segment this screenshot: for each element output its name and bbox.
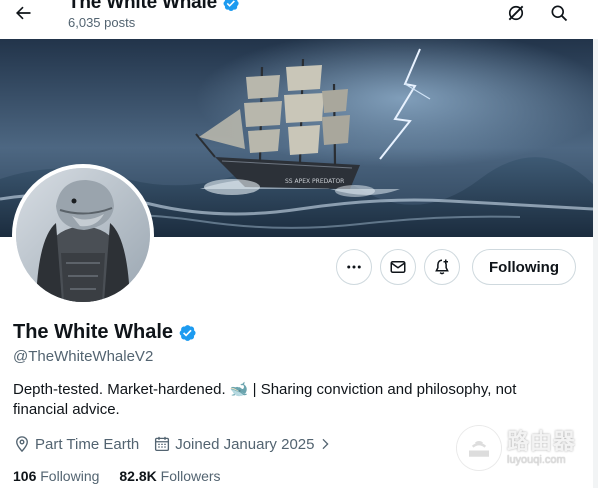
following-label: Following bbox=[40, 468, 100, 484]
followers-link[interactable]: 82.8K Followers bbox=[119, 468, 220, 484]
bell-plus-icon bbox=[435, 259, 449, 275]
site-watermark: 路由器 luyouqi.com bbox=[457, 424, 587, 472]
chevron-right-icon bbox=[322, 438, 330, 450]
search-button[interactable] bbox=[546, 1, 572, 25]
page-title: The White Whale bbox=[68, 0, 218, 13]
join-date-text: Joined January 2025 bbox=[175, 435, 315, 453]
watermark-url: luyouqi.com bbox=[507, 453, 566, 466]
mail-icon bbox=[390, 261, 406, 273]
verified-badge-icon[interactable] bbox=[177, 323, 197, 343]
following-button[interactable]: Following bbox=[472, 249, 576, 285]
followers-count: 82.8K bbox=[119, 468, 157, 484]
location: Part Time Earth bbox=[13, 435, 139, 453]
whale-knight-avatar-image bbox=[16, 168, 150, 302]
bio-line: financial advice. bbox=[13, 401, 120, 418]
more-button[interactable] bbox=[336, 249, 373, 285]
watermark-name: 路由器 bbox=[507, 428, 577, 454]
scroll-edge bbox=[593, 39, 598, 488]
avatar[interactable] bbox=[12, 164, 154, 306]
display-name: The White Whale bbox=[13, 321, 173, 343]
arrow-left-icon bbox=[16, 6, 31, 20]
notifications-button[interactable] bbox=[424, 249, 461, 285]
followers-label: Followers bbox=[160, 468, 221, 484]
following-count: 106 bbox=[13, 468, 37, 484]
router-logo-icon bbox=[457, 426, 501, 470]
bio: Depth-tested. Market-hardened. 🐋 | Shari… bbox=[13, 380, 573, 420]
more-icon bbox=[347, 265, 361, 269]
top-bar: The White Whale 6,035 posts bbox=[0, 0, 598, 39]
back-button[interactable] bbox=[8, 0, 38, 26]
profile-actions: Following bbox=[336, 249, 576, 285]
calendar-icon bbox=[155, 436, 170, 452]
user-handle: @TheWhiteWhaleV2 bbox=[13, 348, 154, 365]
bio-line: Depth-tested. Market-hardened. 🐋 | Shari… bbox=[13, 381, 517, 398]
grok-button[interactable] bbox=[503, 1, 529, 25]
header-title-block: The White Whale 6,035 posts bbox=[68, 0, 240, 30]
search-icon bbox=[551, 5, 568, 22]
following-link[interactable]: 106 Following bbox=[13, 468, 99, 484]
posts-count: 6,035 posts bbox=[68, 15, 136, 30]
location-text: Part Time Earth bbox=[35, 435, 140, 453]
grok-icon bbox=[508, 5, 524, 21]
verified-badge-icon bbox=[223, 0, 239, 11]
join-date[interactable]: Joined January 2025 bbox=[153, 435, 332, 453]
location-pin-icon bbox=[16, 436, 28, 453]
svg-text:SS APEX PREDATOR: SS APEX PREDATOR bbox=[285, 178, 344, 185]
message-button[interactable] bbox=[380, 249, 417, 285]
